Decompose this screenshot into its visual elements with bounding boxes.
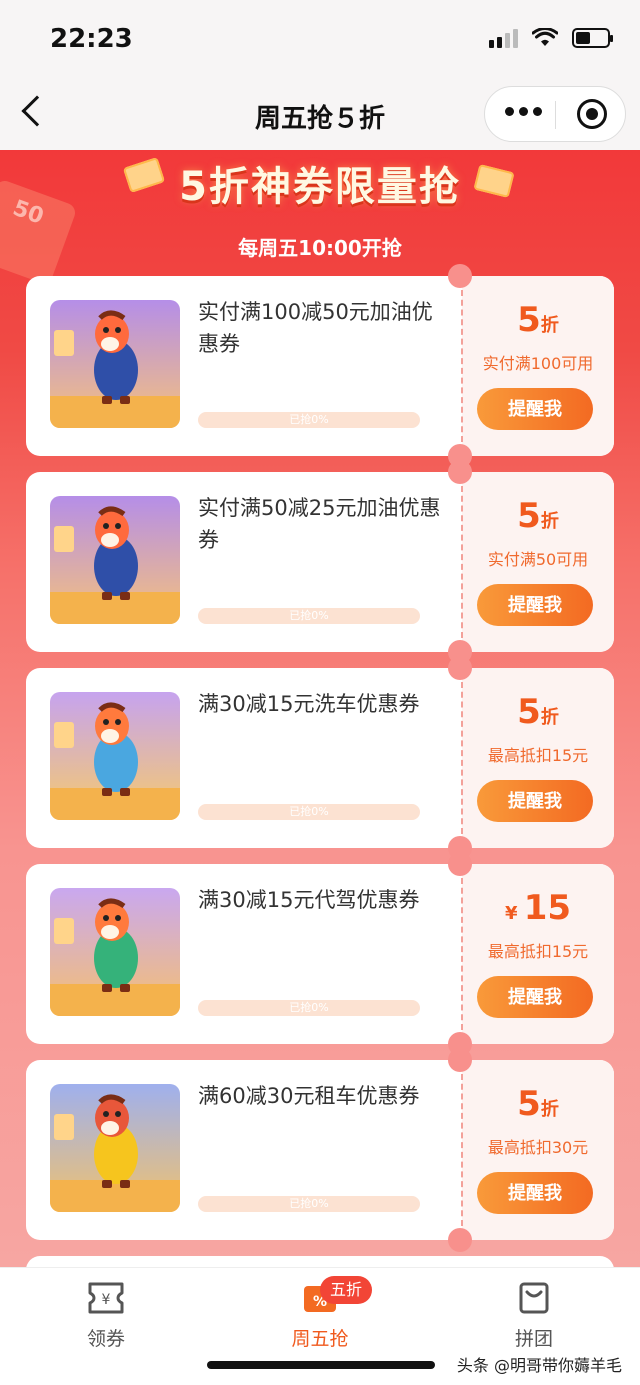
claim-progress-label: 已抢0% bbox=[289, 609, 329, 622]
main-content[interactable]: 50 5折神券限量抢 每周五10:00开抢 实付满100减50元加油优惠券 已抢0… bbox=[0, 150, 640, 1267]
coupon-notch bbox=[448, 656, 472, 680]
coupon-notch bbox=[448, 1228, 472, 1252]
status-bar: 22:23 bbox=[0, 0, 640, 80]
discount-currency: ¥ bbox=[504, 903, 524, 924]
remind-me-button[interactable]: 提醒我 bbox=[477, 584, 593, 626]
watermark: 头条 @明哥带你薅羊毛 bbox=[456, 1356, 622, 1375]
tab-label: 拼团 bbox=[514, 1328, 553, 1350]
coupon-condition: 最高抵扣15元 bbox=[487, 942, 589, 961]
coupon-notch bbox=[448, 460, 472, 484]
coupon-discount: 5折 bbox=[462, 300, 614, 340]
remind-me-button[interactable]: 提醒我 bbox=[477, 388, 593, 430]
coupon-discount: 5折 bbox=[462, 692, 614, 732]
claim-progress-label: 已抢0% bbox=[289, 413, 329, 426]
claim-progress-label: 已抢0% bbox=[289, 1197, 329, 1210]
discount-unit: 折 bbox=[540, 315, 559, 336]
coupon-notch bbox=[448, 1048, 472, 1072]
coupon-image bbox=[50, 496, 180, 624]
coupon-title: 满30减15元代驾优惠券 bbox=[198, 888, 420, 912]
nav-bar: 周五抢５折 bbox=[0, 80, 640, 150]
discount-value: 5 bbox=[517, 692, 541, 732]
discount-unit: 折 bbox=[540, 511, 559, 532]
claim-progress-label: 已抢0% bbox=[289, 805, 329, 818]
miniprogram-capsule bbox=[484, 86, 626, 142]
coupon-discount: 5折 bbox=[462, 1084, 614, 1124]
coupon-image bbox=[50, 300, 180, 428]
home-indicator bbox=[207, 1361, 435, 1369]
claim-progress-bar: 已抢0% bbox=[198, 1000, 420, 1016]
coupon-title: 满60减30元租车优惠券 bbox=[198, 1084, 420, 1108]
coupon-condition: 实付满50可用 bbox=[487, 550, 589, 569]
svg-text:¥: ¥ bbox=[102, 1292, 111, 1308]
coupon-notch bbox=[448, 852, 472, 876]
remind-me-button[interactable]: 提醒我 bbox=[477, 976, 593, 1018]
battery-icon bbox=[572, 28, 613, 48]
capsule-divider bbox=[555, 101, 556, 129]
tab-coupons[interactable]: ¥ 领券 bbox=[46, 1280, 166, 1351]
coupon-image bbox=[50, 1084, 180, 1212]
status-time: 22:23 bbox=[50, 24, 133, 54]
coupon-card[interactable]: 满30减15元代驾优惠券已抢0% ¥ 15 最高抵扣15元提醒我 bbox=[26, 864, 614, 1044]
coupon-image bbox=[50, 888, 180, 1016]
tab-label: 周五抢 bbox=[291, 1328, 349, 1350]
claim-progress-label: 已抢0% bbox=[289, 1001, 329, 1014]
wifi-icon bbox=[532, 28, 558, 46]
bag-icon bbox=[514, 1280, 554, 1316]
remind-me-button[interactable]: 提醒我 bbox=[477, 1172, 593, 1214]
claim-progress-bar: 已抢0% bbox=[198, 608, 420, 624]
coupon-card[interactable]: 实付满50减25元加油优惠券已抢0% 5折实付满50可用提醒我 bbox=[26, 472, 614, 652]
claim-progress-bar: 已抢0% bbox=[198, 804, 420, 820]
claim-progress-bar: 已抢0% bbox=[198, 412, 420, 428]
tab-group-buy[interactable]: 拼团 bbox=[474, 1280, 594, 1351]
discount-value: 5 bbox=[517, 496, 541, 536]
discount-value: 5 bbox=[517, 1084, 541, 1124]
discount-value: 5 bbox=[517, 300, 541, 340]
coupon-image bbox=[50, 692, 180, 820]
coupon-discount: 5折 bbox=[462, 496, 614, 536]
banner-subtitle: 每周五10:00开抢 bbox=[238, 236, 402, 260]
coupon-condition: 实付满100可用 bbox=[482, 354, 594, 373]
cellular-signal-icon bbox=[489, 28, 518, 48]
discount-unit: 折 bbox=[540, 707, 559, 728]
coupon-condition: 最高抵扣15元 bbox=[487, 746, 589, 765]
tab-label: 领券 bbox=[86, 1328, 125, 1350]
more-icon[interactable] bbox=[505, 107, 542, 116]
coupon-condition: 最高抵扣30元 bbox=[487, 1138, 589, 1157]
coupon-card[interactable]: 实付满100减50元加油优惠券已抢0% 5折实付满100可用提醒我 bbox=[26, 276, 614, 456]
coupon-card[interactable]: 满30减15元洗车优惠券已抢0% 5折最高抵扣15元提醒我 bbox=[26, 668, 614, 848]
coupon-title: 实付满100减50元加油优惠券 bbox=[198, 300, 433, 356]
coupon-icon: ¥ bbox=[86, 1280, 126, 1316]
coupon-title: 实付满50减25元加油优惠券 bbox=[198, 496, 441, 552]
coupon-notch bbox=[448, 264, 472, 288]
claim-progress-bar: 已抢0% bbox=[198, 1196, 420, 1212]
discount-value: 15 bbox=[523, 888, 572, 928]
coupon-card[interactable]: 满60减30元租车优惠券已抢0% 5折最高抵扣30元提醒我 bbox=[26, 1060, 614, 1240]
discount-unit: 折 bbox=[540, 1099, 559, 1120]
coupon-title: 满30减15元洗车优惠券 bbox=[198, 692, 420, 716]
status-icons bbox=[489, 28, 613, 48]
coupon-discount: ¥ 15 bbox=[462, 888, 614, 928]
coupon-card-partial[interactable] bbox=[26, 1256, 614, 1267]
banner-title: 5折神券限量抢 bbox=[179, 164, 461, 210]
close-miniprogram-icon[interactable] bbox=[577, 99, 607, 129]
tab-badge: 五折 bbox=[320, 1276, 373, 1304]
remind-me-button[interactable]: 提醒我 bbox=[477, 780, 593, 822]
